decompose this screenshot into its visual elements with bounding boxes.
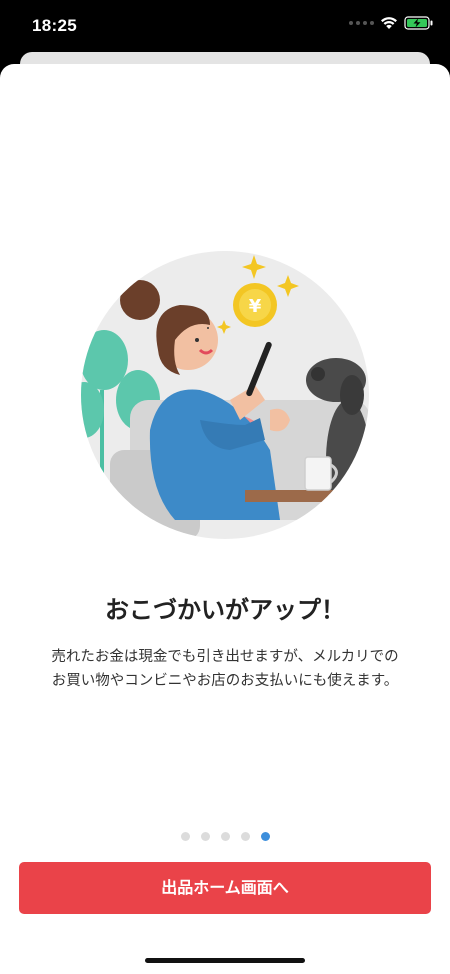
yen-coin-icon: ¥ [249, 296, 262, 317]
wifi-icon [381, 17, 397, 29]
page-indicator[interactable] [0, 832, 450, 841]
signal-icon [349, 21, 374, 25]
onboarding-headline: おこづかいがアップ！ [105, 596, 345, 624]
page-dot-3[interactable] [220, 832, 230, 841]
page-dot-5-active[interactable] [260, 832, 270, 841]
onboarding-description: 売れたお金は現金でも引き出せますが、メルカリでのお買い物やコンビニやお店のお支払… [51, 649, 399, 689]
status-time: 18:25 [32, 16, 77, 35]
page-dot-1[interactable] [180, 832, 190, 841]
battery-charging-icon [404, 16, 433, 30]
go-to-listing-home-button[interactable]: 出品ホーム画面へ [19, 862, 431, 914]
status-bar: 18:25 [0, 0, 450, 54]
home-indicator[interactable] [145, 958, 305, 963]
page-dot-2[interactable] [200, 832, 210, 841]
page-dot-4[interactable] [240, 832, 250, 841]
woman-with-phone-illustration: ¥ [81, 251, 369, 539]
status-icons [349, 16, 434, 30]
